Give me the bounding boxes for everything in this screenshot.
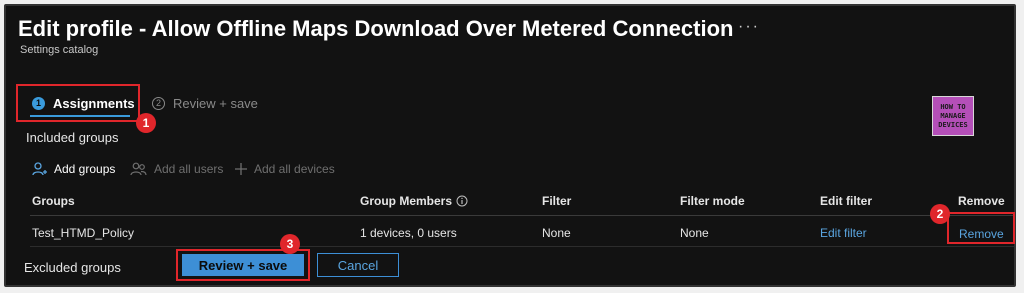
- cancel-button[interactable]: Cancel: [317, 253, 399, 277]
- how-to-manage-devices-logo: HOW TO MANAGE DEVICES: [932, 96, 974, 136]
- edit-profile-panel: Edit profile - Allow Offline Maps Downlo…: [4, 4, 1016, 287]
- add-all-users-button[interactable]: Add all users: [130, 160, 223, 178]
- cell-group-members: 1 devices, 0 users: [360, 226, 457, 240]
- edit-filter-link[interactable]: Edit filter: [820, 226, 867, 240]
- table-header-divider: [30, 215, 1014, 216]
- column-header-groups: Groups: [32, 194, 75, 208]
- column-header-filter-mode: Filter mode: [680, 194, 745, 208]
- column-header-filter: Filter: [542, 194, 572, 208]
- annotation-badge-3: 3: [280, 234, 300, 254]
- add-all-devices-button[interactable]: Add all devices: [234, 160, 335, 178]
- users-icon: [130, 162, 147, 176]
- step-number-2: 2: [152, 96, 165, 110]
- column-header-group-members: Group Members: [360, 194, 468, 208]
- add-groups-label: Add groups: [54, 162, 116, 176]
- annotation-badge-2: 2: [930, 204, 950, 224]
- logo-line-1: HOW TO: [940, 102, 966, 111]
- cell-group-name: Test_HTMD_Policy: [32, 226, 135, 240]
- group-members-header-label: Group Members: [360, 194, 453, 208]
- tab-review-save[interactable]: 2 Review + save: [152, 92, 258, 114]
- column-header-edit-filter: Edit filter: [820, 194, 873, 208]
- logo-line-3: DEVICES: [938, 120, 968, 129]
- annotation-box-remove: [947, 212, 1015, 244]
- cell-filter: None: [542, 226, 571, 240]
- info-icon[interactable]: [456, 195, 468, 207]
- add-person-icon: [32, 162, 47, 176]
- add-groups-button[interactable]: Add groups: [32, 160, 115, 178]
- column-header-remove: Remove: [958, 194, 1005, 208]
- annotation-box-assignments: [16, 84, 140, 122]
- logo-line-2: MANAGE: [940, 111, 966, 120]
- included-groups-label: Included groups: [26, 130, 119, 145]
- table-row-divider: [30, 246, 1014, 247]
- annotation-badge-1: 1: [136, 113, 156, 133]
- add-all-devices-label: Add all devices: [254, 162, 335, 176]
- cell-filter-mode: None: [680, 226, 709, 240]
- page-title: Edit profile - Allow Offline Maps Downlo…: [18, 16, 734, 41]
- add-all-users-label: Add all users: [154, 162, 224, 176]
- page-subtitle: Settings catalog: [20, 44, 99, 56]
- tab-review-save-label: Review + save: [173, 95, 258, 111]
- more-options-icon[interactable]: ···: [738, 18, 760, 36]
- plus-icon: [235, 163, 247, 175]
- excluded-groups-label: Excluded groups: [24, 260, 121, 275]
